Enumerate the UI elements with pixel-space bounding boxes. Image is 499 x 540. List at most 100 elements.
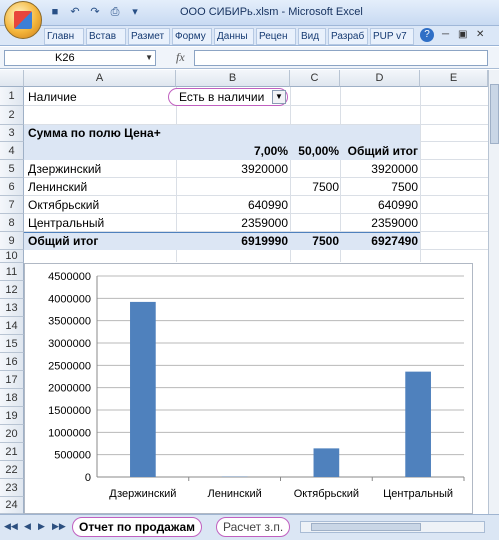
row-header[interactable]: 18 (0, 389, 24, 407)
row-header[interactable]: 2 (0, 106, 24, 125)
row-header[interactable]: 22 (0, 461, 24, 479)
ribbon-tabs: Главн Встав Размет Форму Данны Рецен Вид… (0, 26, 499, 46)
redo-icon[interactable]: ↷ (88, 5, 102, 19)
row-header[interactable]: 3 (0, 125, 24, 142)
quick-access-toolbar: ■ ↶ ↷ ⎙ ▾ (48, 5, 142, 19)
restore-icon[interactable]: ▣ (458, 29, 467, 40)
row-header[interactable]: 11 (0, 263, 24, 281)
row-header[interactable]: 16 (0, 353, 24, 371)
chevron-down-icon[interactable]: ▼ (145, 51, 153, 65)
pivot-total-label: Общий итог (28, 234, 99, 248)
column-header-c[interactable]: C (290, 70, 340, 87)
row-header[interactable]: 20 (0, 425, 24, 443)
pivot-total-cell: 6927490 (371, 234, 418, 248)
pivot-cell: 7500 (391, 180, 418, 194)
y-tick-label: 1000000 (48, 427, 91, 439)
row-header[interactable]: 8 (0, 214, 24, 232)
y-tick-label: 4000000 (48, 293, 91, 305)
pivot-cell: 3920000 (241, 162, 288, 176)
column-header-d[interactable]: D (340, 70, 420, 87)
pivot-col-header: 7,00% (253, 144, 288, 158)
row-header[interactable]: 9 (0, 232, 24, 250)
row-header[interactable]: 6 (0, 178, 24, 196)
x-tick-label: Ленинский (208, 488, 262, 500)
row-header[interactable]: 15 (0, 335, 24, 353)
tab-insert[interactable]: Встав (86, 28, 126, 45)
next-sheet-icon[interactable]: ▶ (38, 521, 45, 532)
sheet-tab-sales-report[interactable]: Отчет по продажам (72, 517, 203, 537)
formula-input[interactable] (194, 50, 488, 66)
row-header[interactable]: 4 (0, 142, 24, 160)
y-tick-label: 2500000 (48, 360, 91, 372)
row-header[interactable]: 14 (0, 317, 24, 335)
pivot-cell: 2359000 (371, 216, 418, 230)
pivot-title: Сумма по полю Цена+ (28, 126, 161, 140)
fx-icon[interactable]: fx (176, 50, 185, 65)
tab-developer[interactable]: Разраб (328, 28, 368, 45)
pivot-col-header: Общий итог (347, 144, 418, 158)
pivot-row-label: Октябрьский (28, 198, 100, 212)
pivot-row-label: Дзержинский (28, 162, 102, 176)
y-tick-label: 3000000 (48, 338, 91, 350)
tab-page-layout[interactable]: Размет (128, 28, 170, 45)
y-tick-label: 2000000 (48, 383, 91, 395)
row-header[interactable]: 21 (0, 443, 24, 461)
name-box[interactable]: K26 ▼ (4, 50, 156, 66)
row-header[interactable]: 10 (0, 250, 24, 263)
bar (405, 371, 431, 477)
row-header[interactable]: 13 (0, 299, 24, 317)
y-tick-label: 1500000 (48, 405, 91, 417)
column-header-e[interactable]: E (420, 70, 488, 87)
row-header[interactable]: 23 (0, 479, 24, 497)
minimize-icon[interactable]: ─ (442, 29, 449, 40)
pivot-col-header: 50,00% (298, 144, 339, 158)
column-header-b[interactable]: B (176, 70, 290, 87)
select-all-corner[interactable] (0, 70, 24, 87)
tab-formulas[interactable]: Форму (172, 28, 212, 45)
tab-view[interactable]: Вид (298, 28, 326, 45)
row-header[interactable]: 1 (0, 87, 24, 106)
bar (313, 448, 340, 477)
undo-icon[interactable]: ↶ (68, 5, 82, 19)
prev-sheet-icon[interactable]: ◀ (24, 521, 31, 532)
row-header[interactable]: 5 (0, 160, 24, 178)
tab-data[interactable]: Данны (214, 28, 254, 45)
scroll-thumb[interactable] (490, 84, 499, 144)
help-icon[interactable]: ? (420, 28, 434, 42)
tab-home[interactable]: Главн (44, 28, 84, 45)
chart-svg: 0 500000 1000000 1500000 2000000 2500000 30000… (48, 271, 465, 500)
row-header[interactable]: 7 (0, 196, 24, 214)
office-button[interactable] (4, 1, 42, 39)
pivot-chart[interactable]: 0 500000 1000000 1500000 2000000 2500000 30000… (24, 263, 473, 514)
filter-icon[interactable]: ▼ (272, 90, 286, 104)
first-sheet-icon[interactable]: ◀◀ (4, 521, 18, 532)
name-box-value: K26 (55, 52, 75, 64)
column-header-a[interactable]: A (24, 70, 176, 87)
save-icon[interactable]: ■ (48, 5, 62, 19)
x-tick-label: Октябрьский (294, 488, 359, 500)
vertical-scrollbar[interactable] (488, 70, 499, 514)
formula-bar: K26 ▼ fx (0, 47, 499, 69)
row-header[interactable]: 24 (0, 497, 24, 514)
row-header[interactable]: 17 (0, 371, 24, 389)
chevron-down-icon[interactable]: ▾ (128, 5, 142, 19)
close-icon[interactable]: ✕ (476, 29, 484, 40)
pivot-filter-dropdown[interactable]: Есть в наличии ▼ (168, 88, 288, 106)
pivot-total-cell: 7500 (312, 234, 339, 248)
horizontal-scrollbar[interactable] (300, 521, 485, 533)
worksheet-grid[interactable]: A B C D E 1 2 3 4 5 6 7 8 9 10 11 12 13 … (0, 70, 488, 514)
row-header[interactable]: 12 (0, 281, 24, 299)
scroll-thumb[interactable] (311, 523, 421, 531)
office-logo-icon (14, 11, 32, 29)
pivot-filter-value: Есть в наличии (179, 90, 265, 104)
x-tick-label: Центральный (383, 488, 453, 500)
tab-pup[interactable]: PUP v7 (370, 28, 414, 45)
row-header[interactable]: 19 (0, 407, 24, 425)
last-sheet-icon[interactable]: ▶▶ (52, 521, 66, 532)
sheet-tab-bar: ◀◀ ◀ ▶ ▶▶ Отчет по продажам Расчет з.п. (0, 514, 499, 540)
pivot-cell: 640990 (377, 198, 418, 212)
bar (130, 301, 156, 477)
print-icon[interactable]: ⎙ (108, 5, 122, 19)
tab-review[interactable]: Рецен (256, 28, 296, 45)
sheet-tab-payroll[interactable]: Расчет з.п. (216, 517, 291, 537)
